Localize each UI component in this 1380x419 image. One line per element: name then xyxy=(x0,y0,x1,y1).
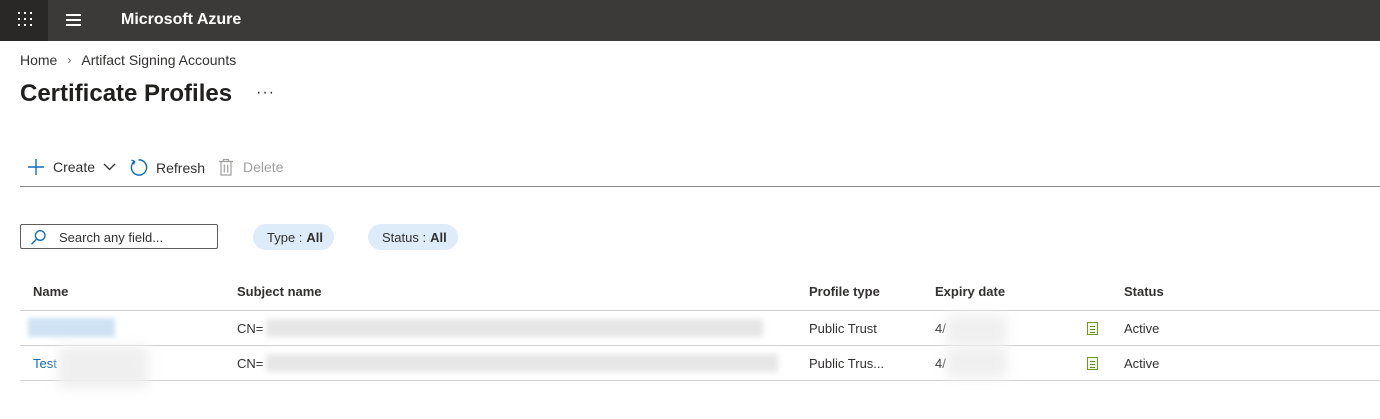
delete-button[interactable]: Delete xyxy=(218,158,283,176)
status-cell: Active xyxy=(1124,355,1160,371)
column-header-subject-name[interactable]: Subject name xyxy=(237,273,322,310)
search-icon xyxy=(31,230,46,245)
expiry-date-cell: 4/ xyxy=(935,355,946,371)
status-filter-label: Status : xyxy=(382,229,427,245)
profile-type-cell: Public Trus... xyxy=(809,355,885,371)
expiry-date-cell: 4/ xyxy=(935,320,946,336)
plus-icon xyxy=(28,159,44,175)
hamburger-icon[interactable] xyxy=(66,14,82,26)
redacted-expiry xyxy=(947,347,1007,378)
column-header-profile-type[interactable]: Profile type xyxy=(809,273,880,310)
column-header-status[interactable]: Status xyxy=(1124,273,1164,310)
delete-label: Delete xyxy=(243,159,284,175)
redacted-subject xyxy=(266,319,763,337)
page-title: Certificate Profiles xyxy=(20,80,233,107)
search-input[interactable] xyxy=(59,228,209,246)
certificate-status-icon-cell xyxy=(1087,311,1098,345)
subject-name-cell: CN= xyxy=(237,320,264,336)
refresh-icon xyxy=(130,159,148,176)
table-row[interactable]: Test CN= Public Trus... 4/ Active xyxy=(20,346,1380,388)
subject-name-cell: CN= xyxy=(237,355,264,371)
column-header-expiry-date[interactable]: Expiry date xyxy=(935,273,1005,310)
redacted-subject xyxy=(266,354,778,372)
create-button[interactable]: Create xyxy=(27,158,116,176)
breadcrumb-home[interactable]: Home xyxy=(20,52,57,68)
search-box[interactable] xyxy=(20,224,218,249)
type-filter-value: All xyxy=(306,229,324,245)
more-options-button[interactable]: ··· xyxy=(256,84,275,102)
certificate-profiles-table: Name Subject name Profile type Expiry da… xyxy=(20,273,1380,388)
chevron-down-icon[interactable] xyxy=(103,163,116,171)
status-filter-value: All xyxy=(430,229,447,245)
profile-name-link[interactable]: Test xyxy=(33,346,57,380)
breadcrumb: Home › Artifact Signing Accounts xyxy=(20,52,236,68)
certificate-icon xyxy=(1087,321,1098,335)
redacted-name xyxy=(28,318,115,337)
refresh-button[interactable]: Refresh xyxy=(129,158,205,177)
breadcrumb-artifact-signing-accounts[interactable]: Artifact Signing Accounts xyxy=(81,52,236,68)
status-cell: Active xyxy=(1124,320,1160,336)
brand-title[interactable]: Microsoft Azure xyxy=(121,11,241,29)
trash-icon xyxy=(219,158,233,176)
refresh-label: Refresh xyxy=(156,159,206,176)
waffle-icon xyxy=(18,12,32,26)
status-filter-pill[interactable]: Status : All xyxy=(368,224,458,250)
table-header: Name Subject name Profile type Expiry da… xyxy=(20,273,1380,311)
create-label: Create xyxy=(53,159,96,175)
type-filter-label: Type : xyxy=(267,229,303,245)
certificate-icon xyxy=(1087,356,1098,370)
command-bar: Create Refresh Delete xyxy=(20,152,1380,187)
profile-type-cell: Public Trust xyxy=(809,320,877,336)
redacted-name xyxy=(58,346,148,388)
column-header-name[interactable]: Name xyxy=(33,273,68,310)
chevron-right-icon: › xyxy=(67,53,72,67)
app-launcher-button[interactable] xyxy=(0,0,48,41)
table-row[interactable]: CN= Public Trust 4/ Active xyxy=(20,311,1380,346)
certificate-status-icon-cell xyxy=(1087,346,1098,380)
redacted-expiry xyxy=(947,315,1007,345)
type-filter-pill[interactable]: Type : All xyxy=(253,224,335,250)
top-bar: Microsoft Azure xyxy=(0,0,1380,41)
